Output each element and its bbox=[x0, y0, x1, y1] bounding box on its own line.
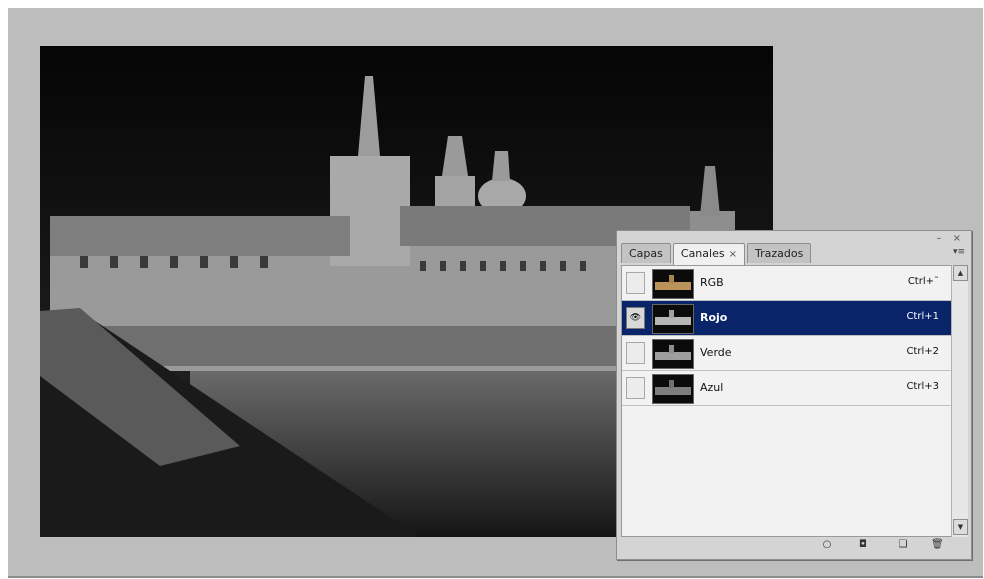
channel-list: RGB Ctrl+˜ 👁 Rojo Ctrl+1 Verde Ctrl+2 Az… bbox=[621, 265, 952, 537]
tab-label: Canales bbox=[680, 247, 725, 260]
channel-thumbnail bbox=[652, 374, 694, 404]
channel-row-verde[interactable]: Verde Ctrl+2 bbox=[622, 336, 951, 371]
tab-trazados[interactable]: Trazados bbox=[746, 243, 812, 263]
panel-footer: ○ ◘ ❏ 🗑 bbox=[621, 537, 967, 555]
tab-label: Trazados bbox=[754, 247, 804, 260]
tab-capas[interactable]: Capas bbox=[621, 243, 671, 263]
scroll-down-icon[interactable]: ▼ bbox=[953, 519, 968, 535]
close-tab-icon[interactable]: × bbox=[729, 249, 737, 260]
channel-name: Rojo bbox=[700, 311, 728, 324]
new-channel-icon[interactable]: ❏ bbox=[897, 539, 909, 551]
visibility-toggle[interactable] bbox=[626, 377, 645, 399]
trash-icon[interactable]: 🗑 bbox=[931, 539, 944, 551]
tab-canales[interactable]: Canales × bbox=[672, 243, 745, 265]
channel-row-rgb[interactable]: RGB Ctrl+˜ bbox=[622, 266, 951, 301]
thumbnail-image bbox=[653, 270, 693, 298]
channel-shortcut: Ctrl+1 bbox=[906, 311, 939, 322]
tab-label: Capas bbox=[629, 247, 663, 260]
channels-panel: – × Capas Canales × Trazados ▾≡ RGB Ctrl+… bbox=[616, 230, 972, 560]
save-selection-icon[interactable]: ◘ bbox=[857, 539, 869, 551]
eye-icon[interactable]: 👁 bbox=[626, 307, 645, 329]
channel-shortcut: Ctrl+2 bbox=[906, 346, 939, 357]
load-selection-icon[interactable]: ○ bbox=[821, 539, 833, 551]
channel-shortcut: Ctrl+3 bbox=[906, 381, 939, 392]
visibility-toggle[interactable] bbox=[626, 342, 645, 364]
panel-menu-icon[interactable]: ▾≡ bbox=[953, 247, 965, 257]
channel-row-rojo[interactable]: 👁 Rojo Ctrl+1 bbox=[622, 301, 951, 336]
thumbnail-image bbox=[653, 340, 693, 368]
channel-thumbnail bbox=[652, 339, 694, 369]
channel-shortcut: Ctrl+˜ bbox=[907, 276, 939, 287]
channel-thumbnail bbox=[652, 304, 694, 334]
panel-tabs: Capas Canales × Trazados bbox=[621, 243, 813, 265]
scroll-up-icon[interactable]: ▲ bbox=[953, 265, 968, 281]
channel-name: Azul bbox=[700, 381, 724, 394]
thumbnail-image bbox=[653, 305, 693, 333]
panel-window-controls[interactable]: – × bbox=[936, 233, 965, 244]
visibility-toggle[interactable] bbox=[626, 272, 645, 294]
channel-name: RGB bbox=[700, 276, 724, 289]
channel-name: Verde bbox=[700, 346, 732, 359]
channel-thumbnail bbox=[652, 269, 694, 299]
thumbnail-image bbox=[653, 375, 693, 403]
channel-row-azul[interactable]: Azul Ctrl+3 bbox=[622, 371, 951, 406]
scrollbar[interactable]: ▲ ▼ bbox=[951, 265, 968, 537]
